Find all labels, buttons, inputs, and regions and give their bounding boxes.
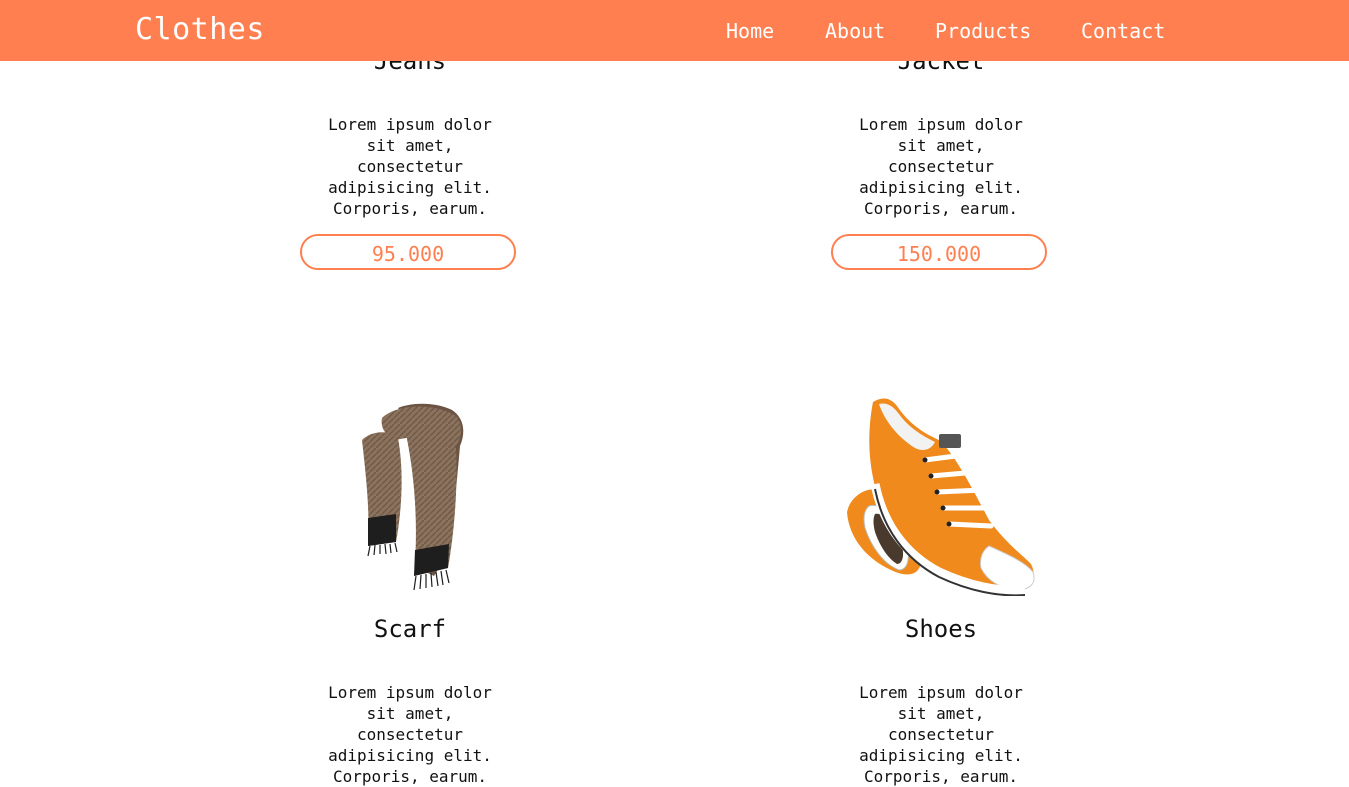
product-description: Lorem ipsum dolor sit amet, consectetur … <box>328 115 492 218</box>
nav-link-products[interactable]: Products <box>935 18 1031 44</box>
scarf-image <box>362 403 464 591</box>
navbar: Clothes Home About Products Contact <box>0 0 1349 61</box>
price-button[interactable]: 150.000 <box>831 234 1047 270</box>
nav-link-home[interactable]: Home <box>726 18 774 44</box>
nav-link-contact[interactable]: Contact <box>1081 18 1165 44</box>
nav-link-about[interactable]: About <box>825 18 885 44</box>
product-name: Scarf <box>373 615 447 643</box>
brand-logo[interactable]: Clothes <box>135 12 265 48</box>
product-description: Lorem ipsum dolor sit amet, consectetur … <box>859 683 1023 786</box>
product-description: Lorem ipsum dolor sit amet, consectetur … <box>328 683 492 786</box>
price-button[interactable]: 95.000 <box>300 234 516 270</box>
product-description: Lorem ipsum dolor sit amet, consectetur … <box>859 115 1023 218</box>
product-name: Shoes <box>904 615 978 643</box>
sneaker-image <box>847 398 1035 596</box>
